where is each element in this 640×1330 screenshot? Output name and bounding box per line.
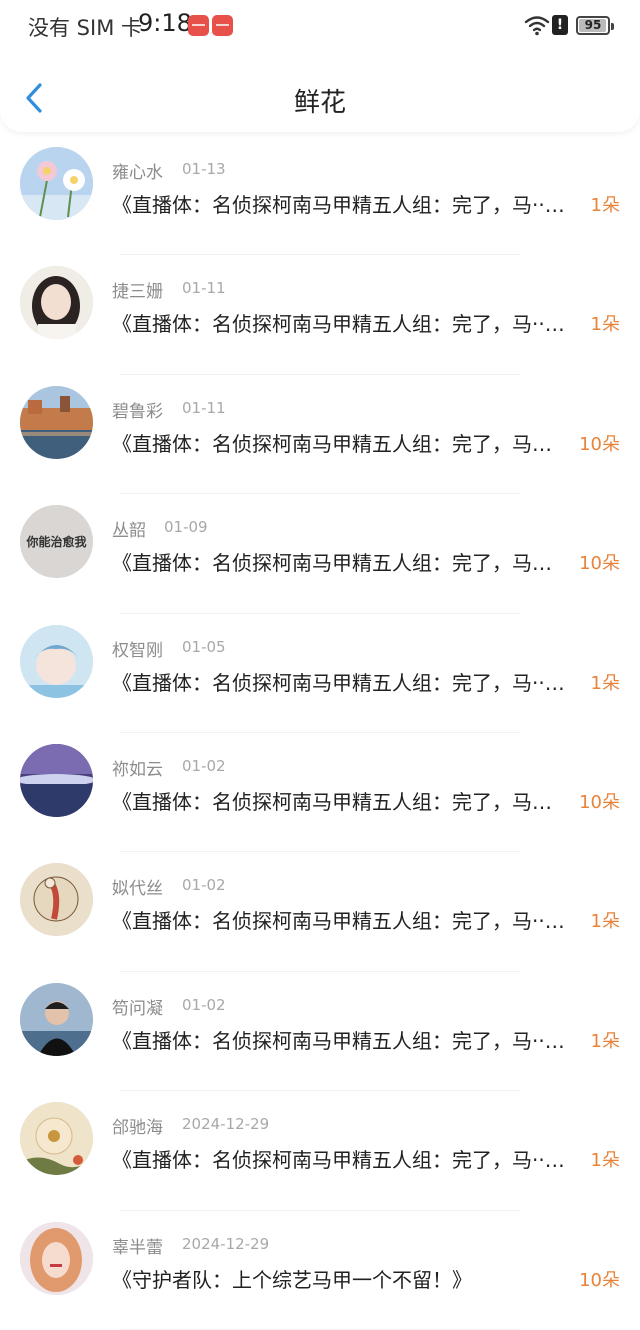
user-name: 辜半蕾 xyxy=(112,1237,163,1258)
user-name: 郃驰海 xyxy=(112,1118,163,1139)
avatar[interactable] xyxy=(20,982,93,1056)
clock: 9:18 xyxy=(138,9,192,37)
flower-count: 10朵 xyxy=(579,1269,620,1291)
novel-title[interactable]: 《直播体：名侦探柯南马甲精五人组：完了，马··… xyxy=(112,1144,582,1173)
avatar[interactable]: 你能治愈我 xyxy=(20,505,93,579)
alert-icon: ! xyxy=(552,15,568,35)
avatar-text: 你能治愈我 xyxy=(25,534,86,549)
flower-count: 1朵 xyxy=(590,1150,620,1172)
date: 2024-12-29 xyxy=(182,1234,270,1253)
avatar[interactable] xyxy=(20,147,93,220)
list-item[interactable]: 姒代丝 01-02 《直播体：名侦探柯南马甲精五人组：完了，马··… 1朵 xyxy=(0,852,640,972)
novel-title[interactable]: 《直播体：名侦探柯南马甲精五人组：完了，马… xyxy=(112,786,582,815)
date: 2024-12-29 xyxy=(182,1115,270,1134)
list-item[interactable]: 郃驰海 2024-12-29 《直播体：名侦探柯南马甲精五人组：完了，马··… 1朵 xyxy=(0,1091,640,1211)
flower-count: 10朵 xyxy=(579,791,620,813)
user-name: 捷三姗 xyxy=(112,282,163,303)
date: 01-13 xyxy=(182,160,226,178)
list-item[interactable]: 辜半蕾 2024-12-29 《守护者队：上个综艺马甲一个不留！》 10朵 xyxy=(0,1211,640,1330)
notification-app-icon xyxy=(188,15,209,36)
list-item[interactable]: 捷三姗 01-11 《直播体：名侦探柯南马甲精五人组：完了，马··… 1朵 xyxy=(0,255,640,375)
carrier-text: 没有 SIM 卡 xyxy=(28,16,142,40)
status-bar: 没有 SIM 卡 9:18 ! 95 xyxy=(0,0,640,52)
list-item[interactable]: 雍心水 01-13 《直播体：名侦探柯南马甲精五人组：完了，马··… 1朵 xyxy=(0,136,640,256)
notification-app-icon xyxy=(212,15,233,36)
list-item[interactable]: 权智刚 01-05 《直播体：名侦探柯南马甲精五人组：完了，马··… 1朵 xyxy=(0,614,640,733)
flower-count: 1朵 xyxy=(590,314,620,336)
page-title: 鲜花 xyxy=(293,88,346,118)
avatar[interactable] xyxy=(20,743,93,817)
date: 01-02 xyxy=(182,995,226,1014)
avatar[interactable] xyxy=(20,385,93,459)
avatar[interactable] xyxy=(20,1221,93,1295)
novel-title[interactable]: 《直播体：名侦探柯南马甲精五人组：完了，马··… xyxy=(112,308,582,337)
flower-count: 1朵 xyxy=(590,195,620,216)
novel-title[interactable]: 《守护者队：上个综艺马甲一个不留！》 xyxy=(112,1264,582,1293)
novel-title[interactable]: 《直播体：名侦探柯南马甲精五人组：完了，马··… xyxy=(112,189,582,218)
user-name: 碧鲁彩 xyxy=(112,401,163,422)
battery-icon: 95 xyxy=(576,16,614,35)
date: 01-11 xyxy=(182,398,226,417)
avatar[interactable] xyxy=(20,266,93,340)
user-name: 雍心水 xyxy=(112,163,163,183)
date: 01-09 xyxy=(164,518,208,537)
list-item[interactable]: 你能治愈我 丛韶 01-09 《直播体：名侦探柯南马甲精五人组：完了，马… 10朵 xyxy=(0,494,640,614)
user-name: 姒代丝 xyxy=(112,879,163,900)
avatar[interactable] xyxy=(20,863,93,937)
avatar[interactable] xyxy=(20,1102,93,1176)
wifi-icon xyxy=(524,16,550,36)
flower-count: 10朵 xyxy=(579,433,620,455)
date: 01-02 xyxy=(182,756,226,775)
list-item[interactable]: 祢如云 01-02 《直播体：名侦探柯南马甲精五人组：完了，马… 10朵 xyxy=(0,733,640,853)
user-name: 笱问凝 xyxy=(112,998,163,1019)
flower-count: 1朵 xyxy=(590,672,620,694)
flower-count: 1朵 xyxy=(590,1030,620,1052)
novel-title[interactable]: 《直播体：名侦探柯南马甲精五人组：完了，马… xyxy=(112,428,582,457)
user-name: 祢如云 xyxy=(112,759,163,780)
battery-level: 95 xyxy=(584,18,602,32)
user-name: 权智刚 xyxy=(112,640,163,661)
date: 01-11 xyxy=(182,279,226,298)
novel-title[interactable]: 《直播体：名侦探柯南马甲精五人组：完了，马··… xyxy=(112,1025,582,1054)
list-item[interactable]: 碧鲁彩 01-11 《直播体：名侦探柯南马甲精五人组：完了，马… 10朵 xyxy=(0,375,640,495)
novel-title[interactable]: 《直播体：名侦探柯南马甲精五人组：完了，马··… xyxy=(112,905,582,934)
list-item[interactable]: 笱问凝 01-02 《直播体：名侦探柯南马甲精五人组：完了，马··… 1朵 xyxy=(0,972,640,1092)
flower-record-list: 雍心水 01-13 《直播体：名侦探柯南马甲精五人组：完了，马··… 1朵 捷三姗 01-… xyxy=(0,136,640,1330)
avatar[interactable] xyxy=(20,624,93,698)
date: 01-05 xyxy=(182,637,226,656)
date: 01-02 xyxy=(182,876,226,895)
nav-bar: 鲜花 xyxy=(0,62,640,132)
flower-count: 1朵 xyxy=(590,911,620,933)
header: 没有 SIM 卡 9:18 ! 95 鲜花 xyxy=(0,0,640,132)
novel-title[interactable]: 《直播体：名侦探柯南马甲精五人组：完了，马··… xyxy=(112,667,582,696)
flower-count: 10朵 xyxy=(579,553,620,575)
novel-title[interactable]: 《直播体：名侦探柯南马甲精五人组：完了，马… xyxy=(112,547,582,576)
user-name: 丛韶 xyxy=(112,521,146,542)
